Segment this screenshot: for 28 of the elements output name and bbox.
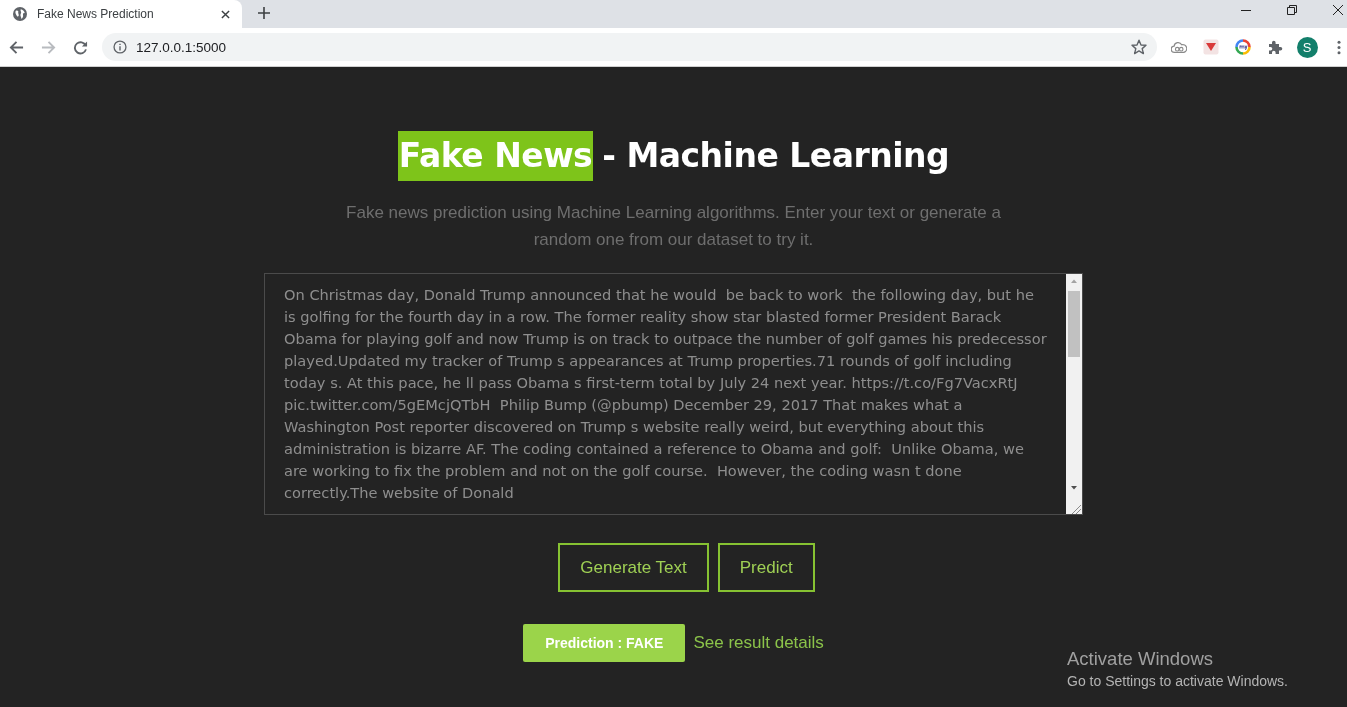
close-icon[interactable] — [1333, 4, 1343, 15]
address-bar[interactable]: 127.0.0.1:5000 — [102, 33, 1157, 61]
resize-grip-icon[interactable] — [1066, 500, 1082, 514]
puzzle-icon[interactable] — [1267, 39, 1283, 55]
result-details-link[interactable]: See result details — [693, 633, 824, 653]
close-icon[interactable] — [221, 9, 230, 19]
restore-icon[interactable] — [1287, 4, 1297, 15]
action-button[interactable]: Generate Text — [558, 543, 709, 592]
scrollbar[interactable] — [1066, 274, 1082, 500]
globe-icon — [13, 7, 27, 21]
ring-icon[interactable] — [1235, 39, 1251, 55]
star-icon[interactable] — [1131, 39, 1147, 55]
activation-hint: Go to Settings to activate Windows. — [1067, 672, 1288, 691]
prediction-badge: Prediction : FAKE — [523, 624, 686, 662]
page-heading: Fake News - Machine Learning — [397, 131, 950, 181]
subtitle: Fake news prediction using Machine Learning algorithms. Enter your text or generate a random one from our dataset to try it. — [345, 202, 1002, 251]
cloud-icon[interactable] — [1171, 39, 1187, 55]
plus-icon[interactable] — [258, 7, 270, 19]
info-icon[interactable] — [113, 40, 127, 54]
reload-icon[interactable] — [72, 39, 88, 55]
menu-icon[interactable] — [1337, 39, 1341, 55]
shield-icon[interactable] — [1203, 39, 1219, 55]
activation-title: Activate Windows — [1067, 647, 1214, 671]
back-arrow-icon[interactable] — [8, 39, 24, 55]
action-button[interactable]: Predict — [717, 543, 815, 592]
browser-tab[interactable]: Fake News Prediction — [0, 0, 242, 28]
news-text-field[interactable]: On Christmas day, Donald Trump announced that he would be back to work the following day, but he is golfing for the fourth day in a row. The former reality show star blasted former President Barack Obama for playing golf and now Trump is on track to outpace the number of golf games his predecessor played.Updated my tracker of Trump s appearances at Trump properties.71 rounds of golf including today s. At this pace, he ll pass Obama s first-term total by July 24 next year. https://t.co/Fg7VacxRtJ pic.twitter.com/5gEMcjQTbH Philip Bump (@pbump) December 29, 2017 That makes what a Washington Post reporter discovered on Trump s website really weird, but everything about this administration is bizarre AF. The coding contained a reference to Obama and golf: Unlike Obama, we are working to fix the problem and not on the golf course. However, the coding wasn t done correctly.The website of Donald — [264, 273, 1083, 515]
profile-avatar[interactable]: S — [1296, 36, 1318, 58]
